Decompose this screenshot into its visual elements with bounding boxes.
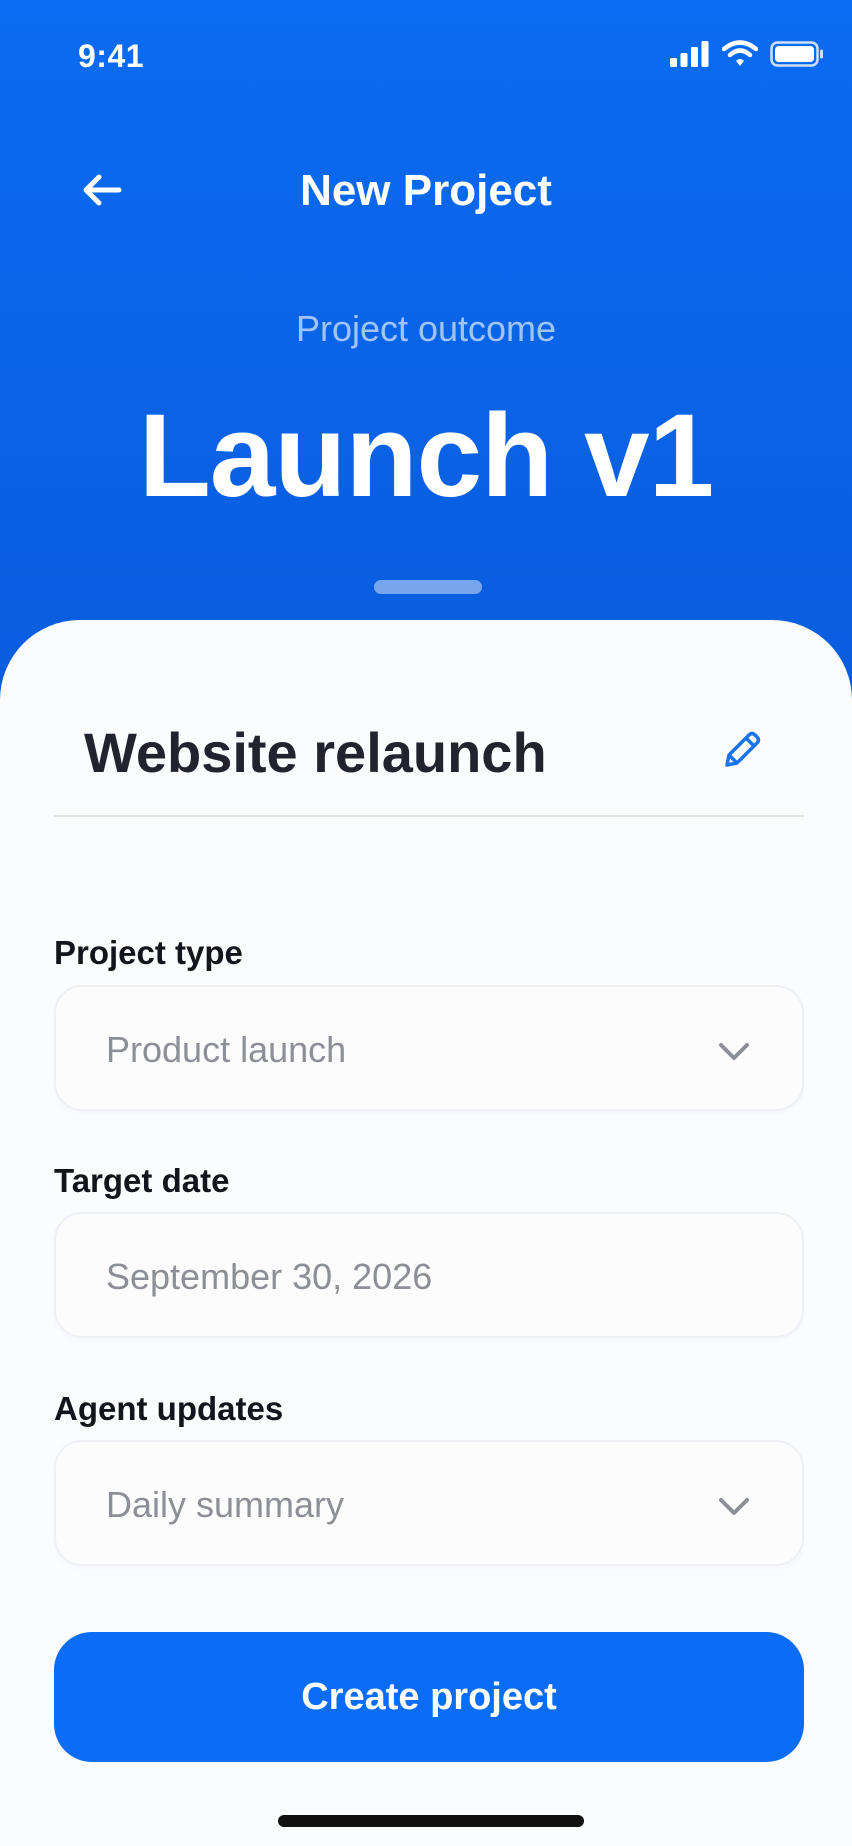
sheet-grabber[interactable]	[374, 580, 482, 594]
outcome-label: Project outcome	[295, 308, 557, 349]
project-type-label: Project type	[54, 934, 243, 971]
cellular-signal-icon	[670, 41, 709, 67]
chevron-down-icon	[719, 1498, 749, 1515]
project-name[interactable]: Website relaunch	[84, 720, 547, 785]
pencil-icon	[725, 731, 761, 767]
chevron-down-icon	[719, 1043, 749, 1060]
battery-icon	[770, 41, 823, 67]
agent-updates-value: Daily summary	[106, 1484, 345, 1525]
project-name-row: Website relaunch	[54, 700, 804, 817]
outcome-value: Launch v1	[138, 390, 715, 522]
nav-bar: New Project	[0, 150, 852, 230]
new-project-screen: 9:41 New Project Project outcome Launch …	[0, 0, 852, 1846]
status-bar: 9:41	[0, 0, 852, 120]
agent-updates-label: Agent updates	[54, 1390, 284, 1427]
project-type-value: Product launch	[106, 1029, 347, 1070]
target-date-label: Target date	[54, 1162, 230, 1199]
target-date-field[interactable]: September 30, 2026	[54, 1212, 804, 1338]
page-title: New Project	[300, 166, 552, 215]
home-indicator	[278, 1815, 584, 1827]
edit-name-button[interactable]	[714, 722, 770, 778]
status-time: 9:41	[78, 38, 145, 74]
hero-header: 9:41 New Project Project outcome Launch …	[0, 0, 852, 700]
target-date-value: September 30, 2026	[106, 1256, 433, 1297]
create-project-button[interactable]: Create project	[54, 1632, 804, 1762]
wifi-icon	[722, 40, 758, 66]
status-icons	[670, 40, 824, 68]
agent-updates-select[interactable]: Daily summary	[54, 1440, 804, 1566]
project-type-select[interactable]: Product launch	[54, 985, 804, 1111]
